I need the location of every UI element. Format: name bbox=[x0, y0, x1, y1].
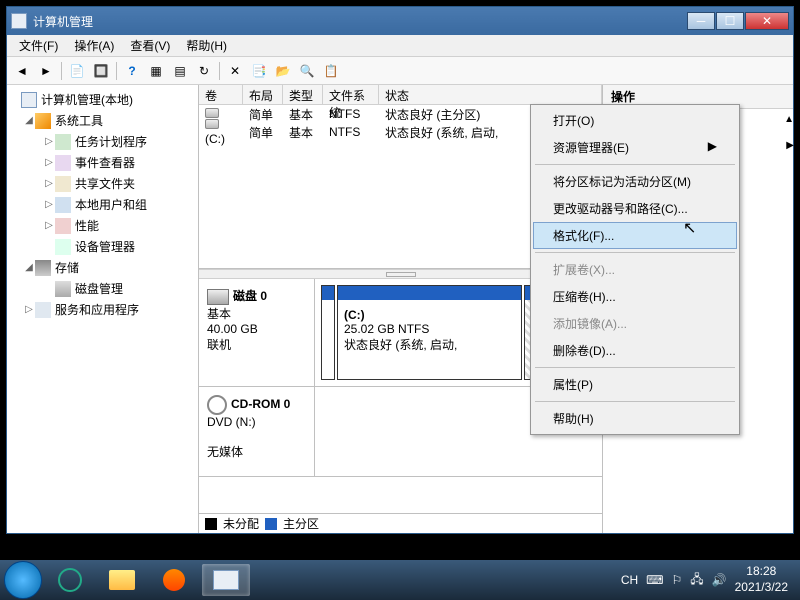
view1-button[interactable]: ▦ bbox=[145, 60, 167, 82]
menubar: 文件(F) 操作(A) 查看(V) 帮助(H) bbox=[7, 35, 793, 57]
legend: 未分配 主分区 bbox=[199, 513, 602, 533]
tree-task[interactable]: ▷任务计划程序 bbox=[9, 131, 196, 152]
nav-tree[interactable]: 计算机管理(本地) ◢系统工具 ▷任务计划程序 ▷事件查看器 ▷共享文件夹 ▷本… bbox=[7, 85, 199, 533]
tray-network-icon[interactable]: 🖧 bbox=[690, 570, 703, 591]
maximize-button[interactable]: ☐ bbox=[716, 12, 744, 30]
tree-systools[interactable]: ◢系统工具 bbox=[9, 110, 196, 131]
tray-action-center-icon[interactable]: ⚐ bbox=[672, 573, 683, 587]
context-menu: 打开(O) 资源管理器(E)▶ 将分区标记为活动分区(M) 更改驱动器号和路径(… bbox=[530, 104, 740, 435]
taskbar-ie[interactable] bbox=[46, 564, 94, 596]
refresh-button[interactable]: ↻ bbox=[193, 60, 215, 82]
taskbar-explorer[interactable] bbox=[98, 564, 146, 596]
app-icon bbox=[11, 13, 27, 29]
toolbar: ◄ ► 📄 🔲 ? ▦ ▤ ↻ ✕ 📑 📂 🔍 📋 bbox=[7, 57, 793, 85]
ctx-help[interactable]: 帮助(H) bbox=[533, 405, 737, 432]
menu-view[interactable]: 查看(V) bbox=[122, 35, 178, 56]
close-button[interactable]: ✕ bbox=[745, 12, 789, 30]
compmgmt-icon bbox=[213, 570, 239, 590]
partition-c[interactable]: (C:)25.02 GB NTFS状态良好 (系统, 启动, bbox=[337, 285, 522, 380]
action3-button[interactable]: 🔍 bbox=[296, 60, 318, 82]
ctx-shrink[interactable]: 压缩卷(H)... bbox=[533, 283, 737, 310]
window-title: 计算机管理 bbox=[33, 13, 686, 30]
swatch-primary bbox=[265, 518, 277, 530]
action4-button[interactable]: 📋 bbox=[320, 60, 342, 82]
volume-icon bbox=[205, 108, 219, 118]
action2-button[interactable]: 📂 bbox=[272, 60, 294, 82]
action1-button[interactable]: 📑 bbox=[248, 60, 270, 82]
tree-perf[interactable]: ▷性能 bbox=[9, 215, 196, 236]
ime-indicator[interactable]: CH bbox=[621, 573, 638, 587]
tree-diskmgmt[interactable]: 磁盘管理 bbox=[9, 278, 196, 299]
ctx-delete[interactable]: 删除卷(D)... bbox=[533, 337, 737, 364]
view2-button[interactable]: ▤ bbox=[169, 60, 191, 82]
settings-button[interactable]: ✕ bbox=[224, 60, 246, 82]
partition-system-reserved[interactable] bbox=[321, 285, 335, 380]
menu-action[interactable]: 操作(A) bbox=[66, 35, 122, 56]
tray-icon[interactable]: ⌨ bbox=[646, 573, 663, 587]
ctx-extend: 扩展卷(X)... bbox=[533, 256, 737, 283]
tree-services[interactable]: ▷服务和应用程序 bbox=[9, 299, 196, 320]
ie-icon bbox=[58, 568, 82, 592]
tree-root[interactable]: 计算机管理(本地) bbox=[9, 89, 196, 110]
folder-icon bbox=[109, 570, 135, 590]
col-fs[interactable]: 文件系统 bbox=[323, 85, 379, 104]
taskbar-compmgmt[interactable] bbox=[202, 564, 250, 596]
taskbar-wmp[interactable] bbox=[150, 564, 198, 596]
system-tray[interactable]: CH ⌨ ⚐ 🖧 🔊 18:282021/3/22 bbox=[621, 564, 796, 595]
help-button[interactable]: ? bbox=[121, 60, 143, 82]
cdrom-icon bbox=[207, 395, 227, 415]
tree-share[interactable]: ▷共享文件夹 bbox=[9, 173, 196, 194]
tree-users[interactable]: ▷本地用户和组 bbox=[9, 194, 196, 215]
swatch-unallocated bbox=[205, 518, 217, 530]
volume-icon bbox=[205, 119, 219, 129]
ctx-mark-active[interactable]: 将分区标记为活动分区(M) bbox=[533, 168, 737, 195]
clock[interactable]: 18:282021/3/22 bbox=[735, 564, 788, 595]
taskbar[interactable]: CH ⌨ ⚐ 🖧 🔊 18:282021/3/22 bbox=[0, 560, 800, 600]
ctx-properties[interactable]: 属性(P) bbox=[533, 371, 737, 398]
up-button[interactable]: 📄 bbox=[66, 60, 88, 82]
ctx-explorer[interactable]: 资源管理器(E)▶ bbox=[533, 134, 737, 161]
tree-devmgr[interactable]: 设备管理器 bbox=[9, 236, 196, 257]
forward-button[interactable]: ► bbox=[35, 60, 57, 82]
disk-0-label[interactable]: 磁盘 0 基本 40.00 GB 联机 bbox=[199, 279, 315, 386]
tree-event[interactable]: ▷事件查看器 bbox=[9, 152, 196, 173]
col-type[interactable]: 类型 bbox=[283, 85, 323, 104]
cdrom-label[interactable]: CD-ROM 0 DVD (N:) 无媒体 bbox=[199, 387, 315, 476]
col-volume[interactable]: 卷 bbox=[199, 85, 243, 104]
collapse-arrow-icon[interactable]: ▲ bbox=[784, 114, 794, 125]
start-button[interactable] bbox=[4, 561, 42, 599]
tray-volume-icon[interactable]: 🔊 bbox=[712, 573, 727, 587]
wmp-icon bbox=[163, 569, 185, 591]
disk-icon bbox=[207, 289, 229, 305]
titlebar[interactable]: 计算机管理 ─ ☐ ✕ bbox=[7, 7, 793, 35]
ctx-format[interactable]: 格式化(F)... bbox=[533, 222, 737, 249]
tree-storage[interactable]: ◢存储 bbox=[9, 257, 196, 278]
ctx-mirror: 添加镜像(A)... bbox=[533, 310, 737, 337]
show-hide-button[interactable]: 🔲 bbox=[90, 60, 112, 82]
ctx-open[interactable]: 打开(O) bbox=[533, 107, 737, 134]
minimize-button[interactable]: ─ bbox=[687, 12, 715, 30]
volume-header: 卷 布局 类型 文件系统 状态 bbox=[199, 85, 602, 105]
back-button[interactable]: ◄ bbox=[11, 60, 33, 82]
submenu-arrow-icon: ▶ bbox=[786, 140, 794, 151]
col-layout[interactable]: 布局 bbox=[243, 85, 283, 104]
col-status[interactable]: 状态 bbox=[379, 85, 602, 104]
menu-file[interactable]: 文件(F) bbox=[11, 35, 66, 56]
menu-help[interactable]: 帮助(H) bbox=[178, 35, 235, 56]
ctx-change-drive[interactable]: 更改驱动器号和路径(C)... bbox=[533, 195, 737, 222]
